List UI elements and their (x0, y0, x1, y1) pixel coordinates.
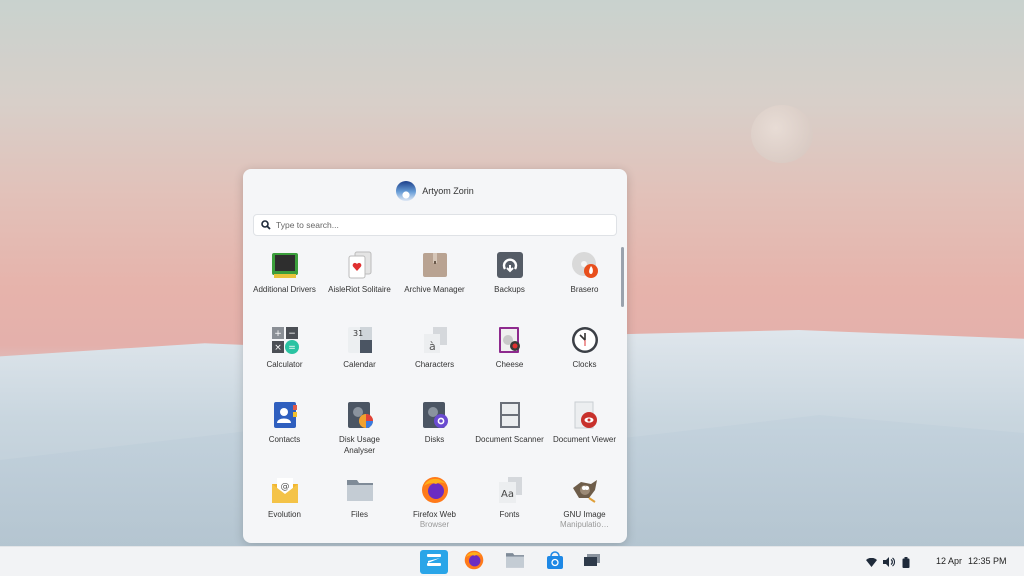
wifi-icon[interactable] (864, 555, 878, 569)
app-aisleriot-solitaire[interactable]: AisleRiot Solitaire (322, 249, 397, 324)
app-calculator[interactable]: + − × = Calculator (247, 324, 322, 399)
datetime[interactable]: 12 Apr 12:35 PM (936, 556, 1013, 566)
app-grid: Additional Drivers AisleRiot Solitaire A… (247, 249, 616, 543)
app-label: Document Viewer (553, 435, 616, 444)
app-label: AisleRiot Solitaire (328, 285, 391, 294)
app-label: Files (351, 510, 368, 519)
app-sublabel: Browser (419, 520, 450, 529)
app-launcher-menu: Artyom Zorin Additional Drivers AisleRio… (243, 169, 627, 543)
app-disks[interactable]: Disks (397, 399, 472, 474)
files-icon (505, 551, 525, 574)
gimp-icon (571, 476, 599, 504)
disks-icon (421, 401, 449, 429)
app-label: Additional Drivers (253, 285, 316, 294)
taskbar-firefox-button[interactable] (460, 550, 488, 574)
document-viewer-icon (571, 401, 599, 429)
user-name: Artyom Zorin (422, 186, 474, 196)
app-label: Archive Manager (404, 285, 465, 294)
app-document-viewer[interactable]: Document Viewer (547, 399, 622, 474)
windows-icon (583, 553, 601, 572)
app-label: Calendar (343, 360, 376, 369)
user-header[interactable]: Artyom Zorin (243, 181, 627, 201)
app-characters[interactable]: à Characters (397, 324, 472, 399)
taskbar-software-button[interactable] (541, 550, 569, 574)
app-label: Brasero (570, 285, 599, 294)
app-calendar[interactable]: 31 Calendar (322, 324, 397, 399)
app-label: Backups (494, 285, 525, 294)
app-label: GNU Image (563, 510, 606, 519)
app-label: Document Scanner (475, 435, 544, 444)
characters-icon: à (421, 326, 449, 354)
svg-text:@: @ (280, 482, 289, 492)
svg-text:=: = (288, 343, 296, 353)
drivers-icon (271, 251, 299, 279)
avatar (396, 181, 417, 201)
zorin-menu-icon (425, 553, 443, 572)
wallpaper-moon (751, 105, 813, 163)
app-label: Disk Usage Analyser (339, 435, 380, 455)
volume-icon[interactable] (882, 555, 896, 569)
webcam-icon (496, 326, 524, 354)
backup-icon (496, 251, 524, 279)
app-gimp[interactable]: GNU Image Manipulatio… (547, 474, 622, 543)
search-box[interactable] (253, 214, 617, 236)
app-clocks[interactable]: Clocks (547, 324, 622, 399)
app-cheese[interactable]: Cheese (472, 324, 547, 399)
app-contacts[interactable]: Contacts (247, 399, 322, 474)
software-store-icon (545, 550, 565, 575)
time-label: 12:35 PM (968, 556, 1007, 566)
app-brasero[interactable]: Brasero (547, 249, 622, 324)
calculator-icon: + − × = (271, 326, 299, 354)
app-backups[interactable]: Backups (472, 249, 547, 324)
app-label: Firefox Web (413, 510, 456, 519)
battery-icon[interactable] (899, 555, 913, 569)
cards-icon (346, 251, 374, 279)
svg-text:à: à (429, 340, 436, 353)
svg-text:+: + (274, 329, 282, 339)
taskbar: 12 Apr 12:35 PM (0, 546, 1024, 576)
fonts-icon: Aa (496, 476, 524, 504)
taskbar-windows-button[interactable] (578, 550, 606, 574)
app-label: Evolution (268, 510, 301, 519)
app-label: Disks (424, 435, 445, 444)
zorin-menu-button[interactable] (420, 550, 448, 574)
app-additional-drivers[interactable]: Additional Drivers (247, 249, 322, 324)
app-fonts[interactable]: Aa Fonts (472, 474, 547, 543)
app-evolution[interactable]: @ Evolution (247, 474, 322, 543)
app-label: Characters (414, 360, 455, 369)
app-sublabel: Manipulatio… (560, 520, 609, 529)
firefox-icon (421, 476, 449, 504)
app-archive-manager[interactable]: Archive Manager (397, 249, 472, 324)
taskbar-files-button[interactable] (501, 550, 529, 574)
folder-icon (346, 476, 374, 504)
svg-text:Aa: Aa (501, 489, 514, 500)
search-icon (258, 217, 274, 233)
app-label: Cheese (495, 360, 524, 369)
calendar-icon: 31 (346, 326, 374, 354)
app-disk-usage-analyser[interactable]: Disk Usage Analyser (322, 399, 397, 474)
date-label: 12 Apr (936, 556, 963, 566)
archive-icon (421, 251, 449, 279)
app-files[interactable]: Files (322, 474, 397, 543)
search-input[interactable] (274, 219, 578, 231)
app-label: Contacts (268, 435, 301, 444)
contacts-icon (271, 401, 299, 429)
firefox-icon (464, 550, 484, 575)
disk-usage-icon (346, 401, 374, 429)
svg-text:31: 31 (353, 329, 363, 338)
svg-text:−: − (288, 329, 296, 339)
disc-burner-icon (571, 251, 599, 279)
clock-icon (571, 326, 599, 354)
app-label: Fonts (499, 510, 520, 519)
app-label: Clocks (572, 360, 597, 369)
mail-icon: @ (271, 476, 299, 504)
svg-text:×: × (274, 343, 282, 353)
app-firefox[interactable]: Firefox Web Browser (397, 474, 472, 543)
app-document-scanner[interactable]: Document Scanner (472, 399, 547, 474)
scanner-icon (496, 401, 524, 429)
app-label: Calculator (266, 360, 303, 369)
